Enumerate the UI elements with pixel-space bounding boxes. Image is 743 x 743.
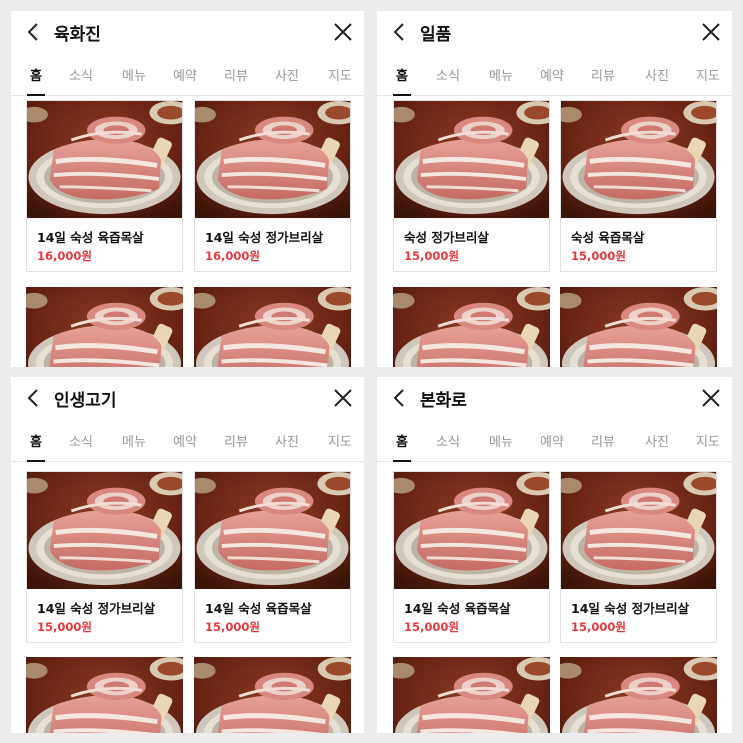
menu-item-photo: [561, 472, 716, 589]
menu-item-card[interactable]: 숙성 육즙목살 15,000원: [560, 100, 717, 272]
menu-item-name: 14일 숙성 정가브리살: [571, 601, 690, 616]
tab-4[interactable]: 리뷰: [224, 65, 248, 84]
menu-item-photo: [195, 101, 350, 218]
menu-item-photo: [561, 101, 716, 218]
active-tab-indicator: [27, 94, 45, 96]
page-title: 본화로: [420, 391, 467, 411]
menu-item-card[interactable]: 14일 숙성 정가브리살 16,000원: [194, 100, 351, 272]
page-title: 육화진: [54, 25, 101, 45]
menu-item-photo[interactable]: [194, 657, 351, 733]
chevron-left-icon[interactable]: [389, 387, 411, 409]
tab-3[interactable]: 예약: [173, 431, 197, 450]
menu-item-price: 15,000원: [205, 620, 260, 634]
menu-item-name: 14일 숙성 정가브리살: [205, 230, 324, 245]
tab-2[interactable]: 메뉴: [489, 65, 513, 84]
menu-item-name: 숙성 육즙목살: [571, 230, 645, 245]
tab-3[interactable]: 예약: [540, 65, 564, 84]
menu-item-photo: [27, 101, 182, 218]
tab-4[interactable]: 리뷰: [591, 431, 615, 450]
restaurant-panel: 일품홈 소식 메뉴 예약 리뷰 사진 지도숙성 정가브리살 15,000원 숙성 육즙목살 15,…: [377, 11, 732, 367]
menu-item-price: 15,000원: [571, 249, 626, 263]
menu-item-photo[interactable]: [393, 287, 550, 367]
page-title: 일품: [420, 25, 452, 45]
tab-bar: 홈 소식 메뉴 예약 리뷰 사진 지도: [377, 425, 732, 462]
chevron-left-icon[interactable]: [23, 21, 45, 43]
menu-item-photo: [27, 472, 182, 589]
tab-3[interactable]: 예약: [540, 431, 564, 450]
tab-6[interactable]: 지도: [696, 431, 720, 450]
menu-item-photo: [394, 101, 549, 218]
close-icon[interactable]: [332, 387, 354, 409]
tab-5[interactable]: 사진: [275, 65, 299, 84]
tab-2[interactable]: 메뉴: [122, 65, 146, 84]
active-tab-indicator: [393, 460, 411, 462]
tab-5[interactable]: 사진: [645, 431, 669, 450]
tab-5[interactable]: 사진: [645, 65, 669, 84]
chevron-left-icon[interactable]: [23, 387, 45, 409]
menu-item-name: 14일 숙성 육즙목살: [404, 601, 511, 616]
menu-item-card[interactable]: 14일 숙성 정가브리살 15,000원: [560, 471, 717, 643]
menu-item-price: 16,000원: [37, 249, 92, 263]
panel-header: 본화로: [377, 377, 732, 421]
menu-item-price: 15,000원: [571, 620, 626, 634]
menu-item-price: 15,000원: [37, 620, 92, 634]
tab-bar: 홈 소식 메뉴 예약 리뷰 사진 지도: [11, 59, 364, 96]
menu-item-price: 15,000원: [404, 249, 459, 263]
menu-item-photo: [394, 472, 549, 589]
menu-item-name: 14일 숙성 육즙목살: [37, 230, 144, 245]
tab-2[interactable]: 메뉴: [489, 431, 513, 450]
menu-item-photo[interactable]: [560, 657, 717, 733]
tab-1[interactable]: 소식: [69, 65, 93, 84]
close-icon[interactable]: [700, 21, 722, 43]
restaurant-panel: 육화진 홈 소식 메뉴 예약 리뷰 사진 지도 14일 숙성 육즙목살 16,000원 14일 숙성…: [11, 11, 364, 367]
menu-item-photo[interactable]: [393, 657, 550, 733]
tab-1[interactable]: 소식: [436, 431, 460, 450]
tab-2[interactable]: 메뉴: [122, 431, 146, 450]
tab-3[interactable]: 예약: [173, 65, 197, 84]
tab-1[interactable]: 소식: [436, 65, 460, 84]
tab-0[interactable]: 홈: [396, 65, 408, 84]
page-title: 인생고기: [54, 391, 117, 411]
menu-item-card[interactable]: 14일 숙성 육즙목살 15,000원: [194, 471, 351, 643]
tab-bar: 홈 소식 메뉴 예약 리뷰 사진 지도: [11, 425, 364, 462]
tab-bar: 홈 소식 메뉴 예약 리뷰 사진 지도: [377, 59, 732, 96]
tab-0[interactable]: 홈: [30, 65, 42, 84]
menu-item-photo[interactable]: [26, 657, 183, 733]
panel-header: 인생고기: [11, 377, 364, 421]
close-icon[interactable]: [700, 387, 722, 409]
restaurant-panel: 본화로 홈 소식 메뉴 예약 리뷰 사진 지도 14일 숙성 육즙목살 15,000원 14일 숙성…: [377, 377, 732, 733]
menu-item-photo[interactable]: [560, 287, 717, 367]
panel-header: 일품: [377, 11, 732, 55]
panel-header: 육화진: [11, 11, 364, 55]
restaurant-panel: 인생고기 홈 소식 메뉴 예약 리뷰 사진 지도 14일 숙성 정가브리살 15,000원 14일 …: [11, 377, 364, 733]
tab-6[interactable]: 지도: [696, 65, 720, 84]
menu-item-price: 16,000원: [205, 249, 260, 263]
menu-item-card[interactable]: 숙성 정가브리살 15,000원: [393, 100, 550, 272]
tab-4[interactable]: 리뷰: [224, 431, 248, 450]
tab-4[interactable]: 리뷰: [591, 65, 615, 84]
menu-item-price: 15,000원: [404, 620, 459, 634]
active-tab-indicator: [393, 94, 411, 96]
menu-item-name: 14일 숙성 정가브리살: [37, 601, 156, 616]
menu-item-photo: [195, 472, 350, 589]
tab-1[interactable]: 소식: [69, 431, 93, 450]
menu-item-card[interactable]: 14일 숙성 육즙목살 15,000원: [393, 471, 550, 643]
menu-item-name: 14일 숙성 육즙목살: [205, 601, 312, 616]
tab-0[interactable]: 홈: [30, 431, 42, 450]
chevron-left-icon[interactable]: [389, 21, 411, 43]
menu-item-card[interactable]: 14일 숙성 육즙목살 16,000원: [26, 100, 183, 272]
menu-item-card[interactable]: 14일 숙성 정가브리살 15,000원: [26, 471, 183, 643]
tab-5[interactable]: 사진: [275, 431, 299, 450]
tab-0[interactable]: 홈: [396, 431, 408, 450]
tab-6[interactable]: 지도: [328, 65, 352, 84]
active-tab-indicator: [27, 460, 45, 462]
menu-item-name: 숙성 정가브리살: [404, 230, 489, 245]
menu-item-photo[interactable]: [26, 287, 183, 367]
menu-item-photo[interactable]: [194, 287, 351, 367]
tab-6[interactable]: 지도: [328, 431, 352, 450]
close-icon[interactable]: [332, 21, 354, 43]
